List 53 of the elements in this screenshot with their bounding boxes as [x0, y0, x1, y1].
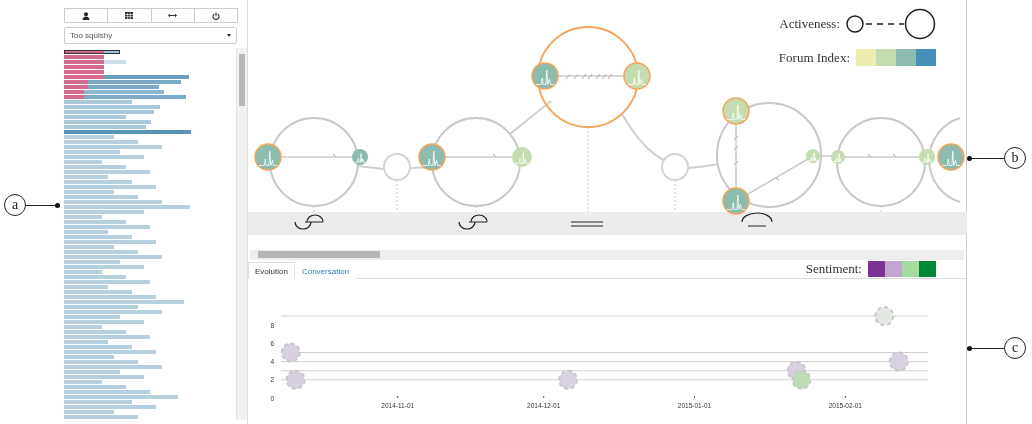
thread-bubble[interactable] [558, 369, 578, 390]
legend-label: Sentiment: [805, 261, 862, 277]
legend-label: Forum Index: [778, 49, 850, 66]
user-icon [82, 11, 91, 20]
leader-line [972, 157, 1004, 159]
user-node[interactable] [531, 62, 559, 90]
thread-bubble[interactable] [285, 369, 306, 390]
glyph-icon [294, 214, 324, 230]
power-icon [211, 11, 220, 20]
user-node[interactable] [806, 149, 820, 163]
table-icon [125, 12, 134, 19]
link-line [509, 100, 552, 135]
user-node[interactable] [512, 147, 532, 167]
scrollbar-thumb[interactable] [258, 251, 380, 258]
leader-dot [967, 155, 972, 161]
glyph-icon [570, 221, 604, 227]
scrollbar[interactable] [250, 250, 964, 260]
thread-bubble[interactable] [888, 351, 909, 372]
topic-dropdown[interactable]: Too squishy [64, 27, 237, 44]
topic-circle[interactable] [836, 117, 926, 207]
glyph-icon [741, 212, 773, 227]
user-node[interactable] [254, 143, 282, 171]
user-node[interactable] [418, 143, 446, 171]
resize-icon [168, 13, 178, 18]
user-node[interactable] [623, 62, 651, 90]
topic-circle[interactable] [661, 153, 689, 181]
size-legend-icon [846, 8, 936, 40]
user-node[interactable] [919, 149, 935, 165]
user-node[interactable] [352, 149, 368, 165]
link-line [687, 163, 719, 169]
link-line [356, 165, 385, 170]
scrollbar[interactable] [236, 48, 247, 420]
thread-bubble[interactable] [874, 306, 895, 327]
topic-circle[interactable] [269, 117, 359, 207]
legend-label: Activeness: [779, 16, 840, 32]
user-node[interactable] [722, 187, 750, 215]
caret-icon [227, 34, 231, 37]
leader-line [26, 204, 55, 206]
thread-bubble[interactable] [280, 342, 301, 363]
user-node[interactable] [722, 97, 750, 125]
thread-bubble[interactable] [791, 369, 812, 390]
topic-circle[interactable] [383, 153, 411, 181]
user-node[interactable] [937, 143, 965, 171]
user-node[interactable] [831, 150, 845, 164]
toolbar-button[interactable] [64, 8, 109, 23]
link-line [621, 113, 665, 161]
tab[interactable]: Evolution [248, 262, 295, 279]
leader-line [972, 347, 1004, 349]
toolbar-button[interactable] [107, 8, 152, 23]
leader-dot [55, 202, 60, 208]
scrollbar-thumb[interactable] [239, 54, 245, 106]
glyph-icon [458, 214, 488, 230]
leader-dot [967, 345, 972, 351]
